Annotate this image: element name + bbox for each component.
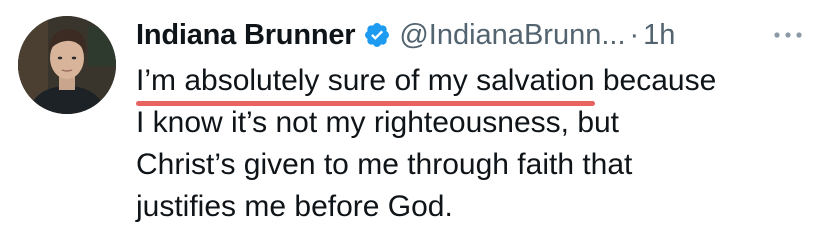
tweet-text: I’m absolutely sure of my salvation beca… <box>136 60 816 228</box>
verified-badge-icon[interactable] <box>363 21 391 49</box>
tweet-header: Indiana Brunner @IndianaBrunn... · 1h <box>136 10 675 60</box>
author-name[interactable]: Indiana Brunner <box>136 19 356 52</box>
author-handle[interactable]: @IndianaBrunn... <box>399 19 625 52</box>
tweet-text-line-4: justifies me before God. <box>136 190 453 223</box>
separator-dot: · <box>629 18 640 51</box>
tweet-text-line-2: I know it’s not my righteousness, but <box>136 106 620 139</box>
profile-photo <box>18 16 116 114</box>
avatar[interactable] <box>18 16 116 114</box>
highlighted-phrase: I’m absolutely sure of my salvation <box>136 60 595 106</box>
more-horizontal-icon[interactable] <box>770 20 806 50</box>
tweet-text-line-1-rest: because <box>594 64 717 97</box>
tweet-text-line-3: Christ’s given to me through faith that <box>136 148 633 181</box>
tweet[interactable]: Indiana Brunner @IndianaBrunn... · 1h I’… <box>0 0 828 246</box>
tweet-text-line-1: I’m absolutely sure of my salvation beca… <box>136 60 816 106</box>
timestamp[interactable]: 1h <box>643 19 675 52</box>
